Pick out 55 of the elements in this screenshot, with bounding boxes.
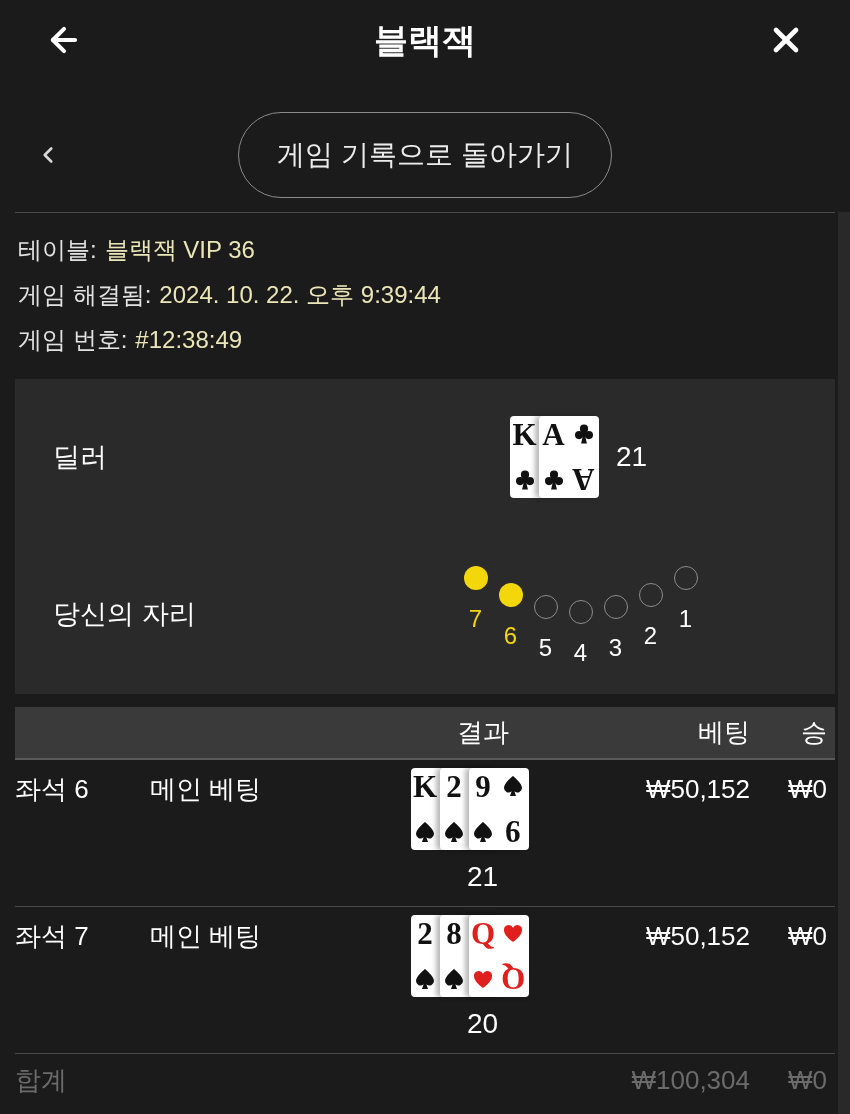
detail-label: 테이블: (18, 237, 97, 262)
seat-cell: 좌석 6 (15, 774, 89, 804)
column-header: 베팅 (698, 716, 750, 749)
card-rank: 9 (475, 771, 491, 802)
card-rank: 8 (446, 918, 462, 949)
bet-amount-cell: ₩50,152 (645, 921, 750, 951)
detail-label: 게임 해결됨: (18, 282, 152, 307)
total-bet-cell-text: ₩100,304 (631, 1063, 750, 1097)
card-rank: 9 (505, 816, 521, 847)
dealer-label: 딜러 (53, 441, 107, 472)
page-title: 블랙잭 (374, 23, 476, 57)
seat-number: 3 (608, 634, 623, 662)
card-rank: Q (470, 918, 496, 949)
card-rank: 2 (417, 918, 433, 949)
detail-value: #12:38:49 (135, 327, 243, 352)
seat-cell: 좌석 7 (15, 921, 89, 951)
card-rank: K (512, 419, 537, 450)
seat-number: 1 (678, 605, 693, 633)
column-header: 승 (801, 716, 827, 749)
seat-number: 2 (643, 622, 658, 650)
win-amount-cell: ₩0 (788, 921, 827, 951)
spade-icon (474, 822, 492, 842)
bet-type-cell: 메인 베팅 (150, 921, 262, 951)
total-win-cell-text: ₩0 (788, 1063, 827, 1097)
spade-icon (416, 822, 434, 842)
detail-value: 2024. 10. 22. 오후 9:39:44 (159, 282, 441, 307)
bet-amount-cell: ₩50,152 (645, 774, 750, 804)
hand-total: 21 (466, 862, 499, 892)
spade-icon (445, 969, 463, 989)
bet-type-cell: 메인 베팅 (150, 774, 262, 804)
club-icon (574, 424, 593, 444)
club-icon (515, 470, 534, 490)
card-rank: Q (500, 963, 526, 994)
win-amount-cell: ₩0 (788, 774, 827, 804)
heart-icon (504, 923, 522, 943)
column-header: 결과 (456, 716, 509, 749)
card-rank: A (542, 419, 565, 450)
hand-total: 20 (466, 1009, 499, 1039)
card-rank: 2 (446, 771, 462, 802)
seat-number: 6 (503, 622, 518, 650)
dealer-total: 21 (616, 440, 648, 474)
seat-label: 당신의 자리 (53, 599, 196, 629)
spade-icon (445, 822, 463, 842)
card-rank: A (572, 464, 595, 495)
seat-number: 4 (573, 639, 588, 667)
detail-value: 블랙잭 VIP 36 (104, 237, 255, 262)
heart-icon (474, 969, 492, 989)
detail-label: 게임 번호: (18, 327, 128, 352)
spade-icon (504, 776, 522, 796)
total-label: 합계 (15, 1063, 67, 1097)
card-rank: K (412, 771, 438, 802)
seat-number: 7 (468, 605, 483, 633)
spade-icon (416, 969, 434, 989)
club-icon (544, 470, 563, 490)
seat-number: 5 (538, 634, 553, 662)
